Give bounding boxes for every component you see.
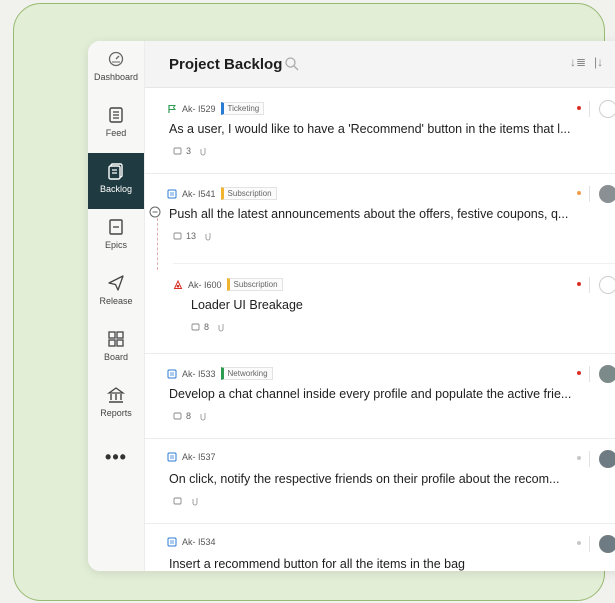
comment-icon: [173, 497, 182, 505]
item-summary[interactable]: Develop a chat channel inside every prof…: [169, 387, 571, 401]
tag-badge: Subscription: [220, 187, 277, 200]
list-item[interactable]: Ak- I533 Networking Develop a chat chann…: [145, 353, 615, 439]
sidebar-item-label: Backlog: [99, 184, 133, 194]
sub-list-item[interactable]: Ak- I600 Subscription Loader UI Breakage…: [173, 263, 615, 354]
item-id: Ak- I534: [182, 537, 216, 547]
bug-icon: [173, 279, 183, 289]
divider: [589, 277, 590, 293]
attachment-icon: [205, 233, 211, 241]
comment-icon: [173, 147, 182, 155]
comment-icon: [173, 412, 182, 420]
item-id: Ak- I600: [188, 279, 222, 290]
item-id: Ak- I537: [182, 452, 216, 462]
story-icon: [167, 452, 177, 462]
story-flag-icon: [168, 104, 176, 113]
list-item[interactable]: Ak- I529 Ticketing As a user, I would li…: [145, 88, 615, 174]
page-title: Project Backlog: [169, 56, 283, 73]
app-window: Dashboard Feed Backlog Epics Release Boa…: [88, 41, 615, 571]
item-summary[interactable]: As a user, I would like to have a 'Recom…: [169, 122, 571, 136]
sidebar-item-dashboard[interactable]: Dashboard: [88, 41, 144, 97]
divider: [589, 451, 590, 467]
board-icon: [108, 331, 124, 347]
sidebar-item-label: Reports: [100, 408, 132, 418]
priority-dot: [577, 106, 581, 110]
sidebar-item-release[interactable]: Release: [88, 265, 144, 321]
comment-count: 13: [186, 231, 197, 241]
comment-icon: [191, 323, 200, 331]
avatar[interactable]: [599, 185, 615, 203]
avatar[interactable]: [599, 450, 615, 468]
dashboard-icon: [108, 51, 124, 67]
comment-count: 8: [204, 322, 210, 332]
reports-icon: [106, 387, 126, 403]
sidebar-item-epics[interactable]: Epics: [88, 209, 144, 265]
item-id: Ak- I533: [182, 368, 216, 379]
sidebar-item-board[interactable]: Board: [88, 321, 144, 377]
more-menu-button[interactable]: •••: [88, 433, 144, 489]
sidebar-item-backlog[interactable]: Backlog: [88, 153, 144, 209]
divider: [589, 536, 590, 552]
story-icon: [167, 537, 177, 547]
avatar[interactable]: [599, 535, 615, 553]
avatar[interactable]: [599, 100, 615, 118]
item-id: Ak- I529: [182, 103, 216, 114]
story-icon: [167, 189, 177, 198]
backlog-icon: [108, 163, 123, 180]
priority-dot: [577, 371, 581, 375]
item-summary[interactable]: On click, notify the respective friends …: [169, 472, 559, 486]
tag-badge: Networking: [220, 367, 273, 380]
sidebar-item-feed[interactable]: Feed: [88, 97, 144, 153]
priority-dot: [577, 541, 581, 545]
sort-order-icon[interactable]: |↓: [594, 55, 603, 69]
item-summary[interactable]: Insert a recommend button for all the it…: [169, 557, 465, 571]
attachment-icon: [192, 498, 198, 506]
sidebar-item-label: Epics: [104, 240, 127, 250]
sort-icon[interactable]: ↓≣: [570, 55, 586, 69]
sidebar-item-label: Release: [99, 296, 133, 306]
tag-badge: Ticketing: [220, 102, 265, 115]
divider: [589, 101, 590, 117]
item-summary[interactable]: Push all the latest announcements about …: [169, 207, 568, 221]
comment-count: 8: [186, 411, 192, 421]
priority-dot: [577, 191, 581, 195]
header: Project Backlog ↓≣ |↓: [145, 41, 615, 88]
tag-badge: Subscription: [226, 278, 283, 291]
priority-dot: [577, 456, 581, 460]
comment-count: 3: [186, 146, 192, 156]
story-icon: [167, 369, 177, 378]
list-item[interactable]: Ak- I541 Subscription Push all the lates…: [145, 173, 615, 354]
comment-icon: [173, 232, 182, 240]
epics-icon: [109, 219, 123, 235]
more-icon: •••: [105, 447, 127, 467]
search-icon[interactable]: [284, 56, 300, 72]
backlog-list: Ak- I529 Ticketing As a user, I would li…: [145, 88, 615, 571]
priority-dot: [577, 282, 581, 286]
avatar[interactable]: [599, 365, 615, 383]
sidebar-item-label: Dashboard: [93, 72, 139, 82]
divider: [589, 366, 590, 382]
subtask-connector: [157, 218, 158, 270]
collapse-icon[interactable]: [149, 206, 161, 218]
release-icon: [108, 275, 124, 291]
avatar[interactable]: [599, 276, 615, 294]
sidebar-item-label: Board: [103, 352, 129, 362]
list-item[interactable]: Ak- I534 Insert a recommend button for a…: [145, 523, 615, 571]
attachment-icon: [218, 324, 224, 332]
sidebar-item-label: Feed: [105, 128, 127, 138]
feed-icon: [109, 107, 123, 123]
attachment-icon: [200, 413, 206, 421]
sidebar-item-reports[interactable]: Reports: [88, 377, 144, 433]
item-summary[interactable]: Loader UI Breakage: [191, 298, 303, 312]
sidebar: Dashboard Feed Backlog Epics Release Boa…: [88, 41, 145, 571]
attachment-icon: [200, 148, 206, 156]
list-item[interactable]: Ak- I537 On click, notify the respective…: [145, 438, 615, 524]
item-id: Ak- I541: [182, 188, 216, 199]
divider: [589, 186, 590, 202]
